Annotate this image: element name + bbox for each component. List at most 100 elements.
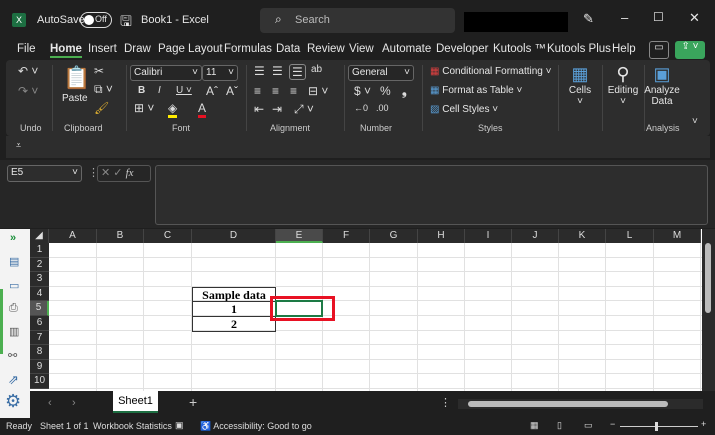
format-painter-icon[interactable]: 🖌 (94, 101, 109, 115)
align-top-icon[interactable]: ☰ (254, 64, 265, 78)
pen-icon[interactable]: ✎ (583, 11, 594, 27)
tab-page-layout[interactable]: Page Layout (158, 43, 223, 55)
page-layout-view-icon[interactable]: ▯ (557, 420, 562, 431)
align-middle-icon[interactable]: ☰ (272, 64, 283, 78)
format-as-table-button[interactable]: ▦ Format as Table ˅ (430, 85, 522, 96)
paste-button[interactable]: Paste (62, 93, 88, 104)
italic-button[interactable]: I (158, 85, 161, 96)
tab-kutools-plus[interactable]: Kutools Plus (547, 43, 611, 55)
row-header-10[interactable]: 10 (30, 374, 49, 389)
settings-icon[interactable]: ⚙ (5, 391, 21, 412)
align-bottom-icon[interactable]: ☰ (289, 64, 306, 80)
tab-draw[interactable]: Draw (124, 43, 151, 55)
column-header-L[interactable]: L (606, 229, 654, 243)
row-header-8[interactable]: 8 (30, 345, 49, 360)
align-center-icon[interactable]: ≡ (272, 84, 279, 98)
underline-button[interactable]: U ˅ (176, 85, 192, 96)
formula-helper-icon[interactable]: ▭ (9, 279, 19, 292)
zoom-slider[interactable]: − + (610, 419, 710, 432)
external-link-icon[interactable]: ⇗ (8, 372, 19, 388)
column-header-E[interactable]: E (276, 229, 323, 243)
tab-automate[interactable]: Automate (382, 43, 431, 55)
search-box[interactable]: ⌕ Search (260, 8, 455, 33)
editing-button[interactable]: ⚲ Editing ˅ (604, 64, 642, 107)
autosave-toggle[interactable]: Off (80, 12, 112, 28)
analyze-data-button[interactable]: ▣ Analyze Data (644, 64, 680, 107)
row-header-6[interactable]: 6 (30, 316, 49, 331)
enter-icon[interactable]: ✓ (113, 167, 122, 179)
align-left-icon[interactable]: ≡ (254, 84, 261, 98)
tab-data[interactable]: Data (276, 43, 300, 55)
increase-indent-icon[interactable]: ⇥ (272, 102, 282, 116)
tab-view[interactable]: View (349, 43, 374, 55)
column-header-F[interactable]: F (323, 229, 370, 243)
column-header-C[interactable]: C (144, 229, 192, 243)
formula-input[interactable] (155, 165, 708, 225)
cell-D4[interactable]: Sample data (192, 286, 276, 303)
accessibility-button[interactable]: ♿ Accessibility: Good to go (200, 421, 312, 432)
workbook-statistics-button[interactable]: Workbook Statistics (93, 421, 172, 431)
spreadsheet-grid[interactable]: ◢ A B C D E F G H I J K L M 1 2 3 4 5 6 7 8 9 10 Sample data 1 2 (30, 229, 702, 391)
increase-decimal-icon[interactable]: ←0 (354, 103, 368, 113)
cut-icon[interactable]: ✂ (94, 64, 104, 78)
name-box[interactable]: E5 ˅ (7, 165, 82, 182)
borders-icon[interactable]: ⊞ ˅ (134, 101, 154, 115)
column-header-D[interactable]: D (192, 229, 276, 243)
column-header-J[interactable]: J (512, 229, 559, 243)
save-icon[interactable]: 🖫 (120, 11, 132, 35)
row-header-3[interactable]: 3 (30, 272, 49, 287)
copy-icon[interactable]: ⧉ ˅ (94, 82, 113, 97)
row-header-1[interactable]: 1 (30, 243, 49, 258)
tab-insert[interactable]: Insert (88, 43, 117, 55)
decrease-indent-icon[interactable]: ⇤ (254, 102, 264, 116)
select-all-button[interactable]: ◢ (30, 229, 49, 243)
column-header-A[interactable]: A (49, 229, 97, 243)
row-header-5[interactable]: 5 (30, 301, 49, 316)
row-header-9[interactable]: 9 (30, 359, 49, 375)
currency-icon[interactable]: $ ˅ (354, 84, 371, 98)
sheet-tab-sheet1[interactable]: Sheet1 (113, 391, 158, 413)
customize-qat-icon[interactable]: ⩡ (16, 140, 21, 151)
tab-file[interactable]: File (17, 43, 36, 55)
tab-developer[interactable]: Developer (436, 43, 488, 55)
normal-view-icon[interactable]: ▦ (530, 420, 539, 431)
decrease-decimal-icon[interactable]: .00 (376, 103, 389, 113)
vertical-scrollbar[interactable] (702, 229, 715, 391)
tab-home[interactable]: Home (50, 43, 82, 58)
cell-styles-button[interactable]: ▨ Cell Styles ˅ (430, 104, 498, 115)
tab-formulas[interactable]: Formulas (224, 43, 272, 55)
prev-sheet-icon[interactable]: ‹ (48, 397, 52, 409)
paste-icon[interactable]: 📋 (63, 65, 90, 91)
row-header-4[interactable]: 4 (30, 286, 49, 302)
row-header-7[interactable]: 7 (30, 330, 49, 346)
horizontal-scrollbar[interactable] (458, 399, 703, 409)
column-header-I[interactable]: I (465, 229, 512, 243)
cell-D6[interactable]: 2 (192, 316, 276, 332)
tab-review[interactable]: Review (307, 43, 345, 55)
comma-icon[interactable]: ❟ (402, 84, 407, 99)
collapse-ribbon-icon[interactable]: ˅ (692, 116, 698, 127)
page-break-view-icon[interactable]: ▭ (584, 420, 593, 431)
wrap-text-icon[interactable]: ab (311, 64, 322, 75)
minimize-button[interactable]: – (621, 10, 628, 25)
merge-center-icon[interactable]: ⊟ ˅ (308, 84, 328, 98)
tab-help[interactable]: Help (612, 43, 636, 55)
share-button[interactable]: ⇪ ˅ (675, 41, 705, 59)
next-sheet-icon[interactable]: › (72, 397, 76, 409)
columns-icon[interactable]: ▥ (9, 325, 19, 338)
orientation-icon[interactable]: ⤢ ˅ (294, 102, 314, 117)
close-button[interactable]: ✕ (689, 10, 700, 26)
undo-icon[interactable]: ↶ ˅ (18, 64, 38, 78)
decrease-font-icon[interactable]: Aˇ (226, 84, 238, 98)
align-right-icon[interactable]: ≡ (290, 84, 297, 98)
column-header-H[interactable]: H (418, 229, 465, 243)
column-header-M[interactable]: M (654, 229, 701, 243)
column-header-G[interactable]: G (370, 229, 418, 243)
cells-button[interactable]: ▦ Cells ˅ (562, 64, 598, 107)
increase-font-icon[interactable]: Aˆ (206, 84, 218, 98)
percent-icon[interactable]: % (380, 84, 391, 98)
bold-button[interactable]: B (138, 85, 145, 96)
cancel-icon[interactable]: ✕ (101, 167, 110, 179)
cell-D5[interactable]: 1 (192, 301, 276, 317)
font-name-dropdown[interactable]: Calibri ˅ (130, 65, 202, 81)
